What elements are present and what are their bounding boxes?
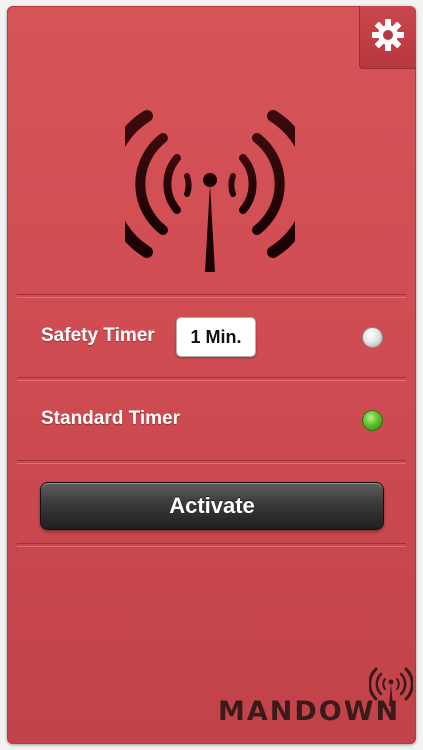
- divider: [17, 460, 406, 464]
- divider: [17, 543, 406, 547]
- app-frame: Safety Timer 1 Min. Standard Timer Activ…: [0, 0, 423, 750]
- standard-timer-radio[interactable]: [363, 411, 382, 430]
- divider: [17, 294, 406, 298]
- standard-timer-label: Standard Timer: [41, 408, 181, 429]
- antenna-signal-icon: [368, 662, 414, 706]
- antenna-signal-icon: [103, 94, 317, 274]
- settings-button[interactable]: [359, 6, 416, 69]
- safety-timer-label: Safety Timer: [41, 325, 155, 346]
- activate-button[interactable]: Activate: [40, 482, 384, 530]
- gear-icon: [371, 18, 405, 56]
- divider: [17, 377, 406, 381]
- safety-timer-radio[interactable]: [363, 328, 382, 347]
- main-panel: Safety Timer 1 Min. Standard Timer Activ…: [7, 6, 416, 744]
- safety-timer-duration-field[interactable]: 1 Min.: [176, 317, 256, 357]
